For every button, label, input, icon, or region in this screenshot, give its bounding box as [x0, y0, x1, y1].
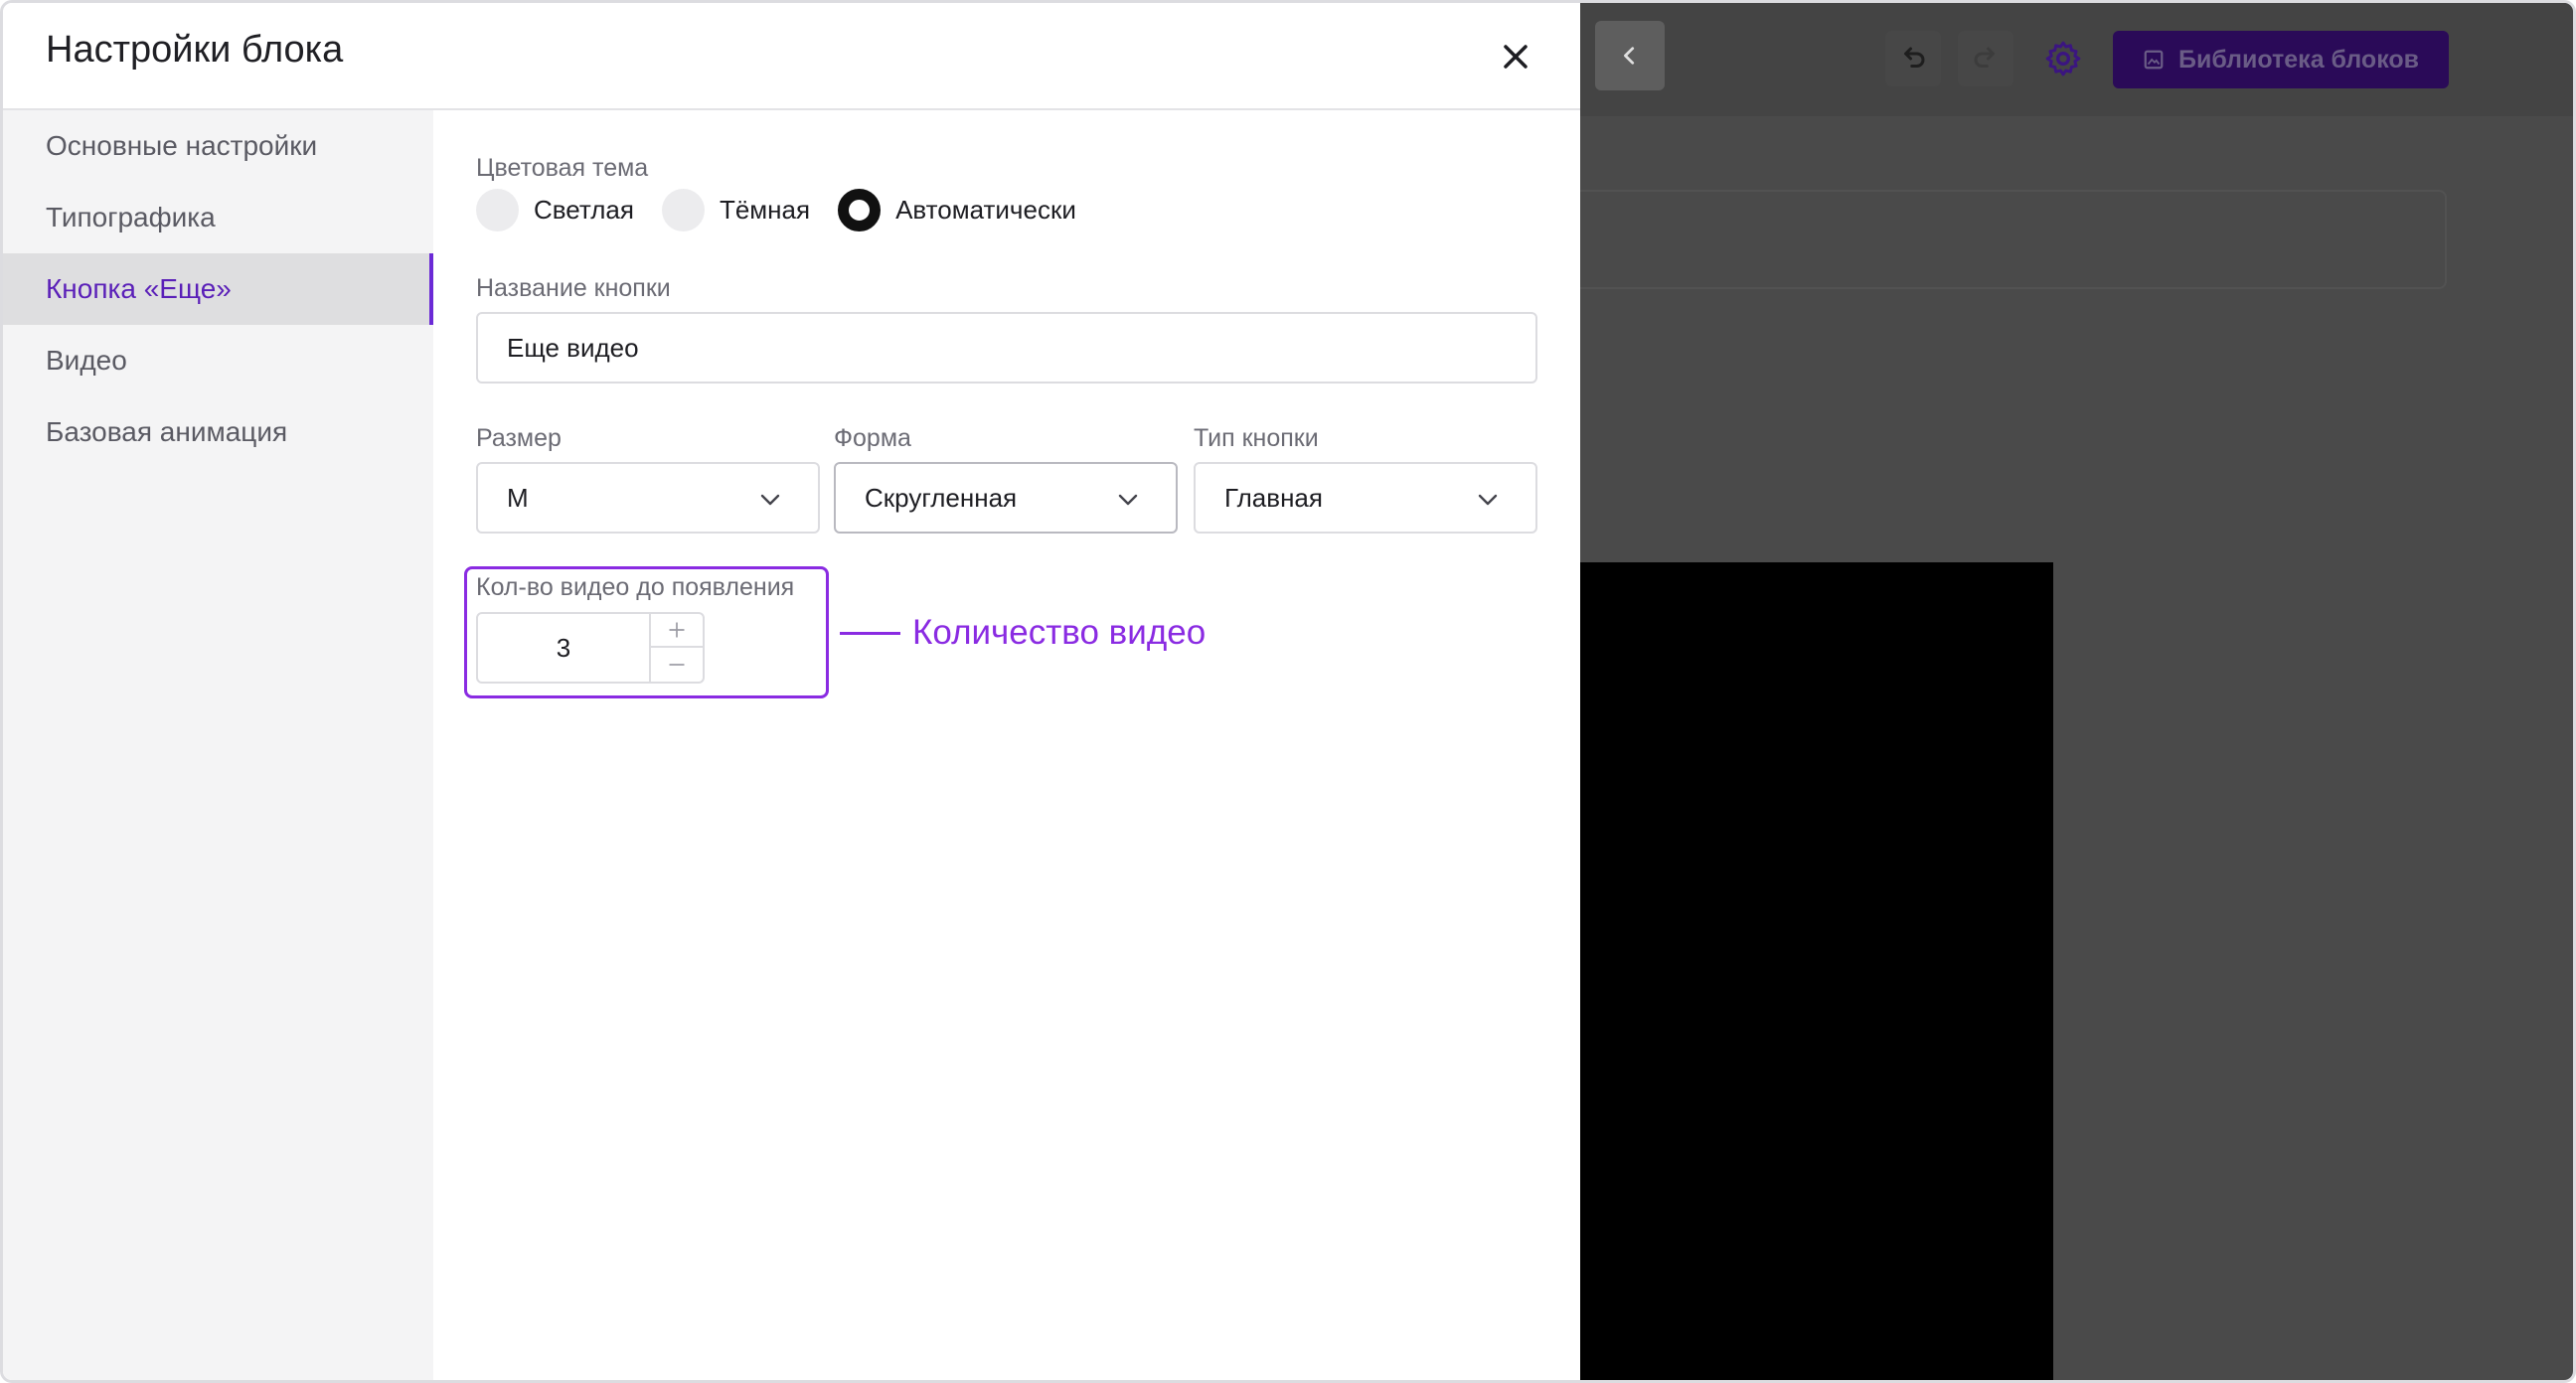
video-count-input[interactable]: 3: [476, 612, 651, 684]
radio-circle-checked[interactable]: [838, 188, 882, 231]
button-name-label: Название кнопки: [476, 274, 671, 302]
radio-light-label: Светлая: [534, 194, 634, 225]
size-select-value: M: [507, 482, 529, 513]
increment-button[interactable]: [649, 612, 705, 648]
settings-button[interactable]: [2040, 36, 2086, 81]
size-select[interactable]: M: [476, 462, 820, 534]
block-library-button[interactable]: Библиотека блоков: [2113, 31, 2449, 88]
radio-auto[interactable]: Автоматически: [838, 188, 1076, 231]
editor-field-placeholder: [1580, 190, 2447, 289]
radio-dark-label: Тёмная: [719, 194, 811, 225]
radio-circle[interactable]: [661, 188, 705, 231]
minus-icon: [669, 664, 685, 666]
chevron-left-icon: [1624, 47, 1635, 65]
radio-auto-label: Автоматически: [895, 194, 1076, 225]
shape-select-value: Скругленная: [865, 482, 1018, 513]
sidebar-item-animation[interactable]: Базовая анимация: [3, 396, 433, 468]
button-type-label: Тип кнопки: [1194, 424, 1319, 452]
chevron-down-icon: [1118, 494, 1138, 506]
color-theme-radio-group: Светлая Тёмная Автоматически: [476, 188, 1104, 231]
settings-content: Цветовая тема Светлая Тёмная Автоматичес…: [433, 110, 1580, 1380]
editor-background: Библиотека блоков: [1580, 3, 2573, 1380]
redo-icon: [1974, 47, 1995, 68]
sidebar-item-basic[interactable]: Основные настройки: [3, 110, 433, 182]
plus-icon: [669, 622, 685, 638]
block-settings-modal: Настройки блока Основные настройки Типог…: [3, 3, 1580, 1380]
sidebar-item-more-button[interactable]: Кнопка «Еще»: [3, 253, 433, 325]
close-button[interactable]: [1492, 33, 1539, 80]
image-icon: [2144, 50, 2164, 70]
radio-light[interactable]: Светлая: [476, 188, 634, 231]
gear-icon: [2045, 41, 2081, 77]
collapse-panel-button[interactable]: [1595, 21, 1665, 90]
shape-label: Форма: [834, 424, 911, 452]
modal-title: Настройки блока: [46, 29, 344, 71]
redo-button[interactable]: [1958, 31, 2013, 86]
decrement-button[interactable]: [649, 646, 705, 684]
sidebar-item-typography[interactable]: Типографика: [3, 182, 433, 253]
app-window: Библиотека блоков Настройки блока Основн…: [0, 0, 2576, 1383]
video-count-stepper: 3: [476, 612, 705, 684]
editor-topbar: Библиотека блоков: [1580, 3, 2573, 116]
block-library-label: Библиотека блоков: [2177, 45, 2420, 74]
undo-icon: [1904, 47, 1925, 68]
undo-button[interactable]: [1885, 31, 1941, 86]
radio-circle[interactable]: [476, 188, 519, 231]
annotation-label: Количество видео: [912, 613, 1207, 652]
modal-header: Настройки блока: [3, 3, 1580, 110]
chevron-down-icon: [1478, 494, 1498, 506]
button-type-select-value: Главная: [1224, 482, 1323, 513]
button-type-select[interactable]: Главная: [1194, 462, 1537, 534]
video-count-label: Кол-во видео до появления: [476, 573, 795, 601]
size-label: Размер: [476, 424, 562, 452]
video-preview: [1580, 562, 2053, 1380]
button-name-input[interactable]: Еще видео: [476, 312, 1537, 384]
settings-sidebar: Основные настройки Типографика Кнопка «Е…: [3, 110, 433, 1380]
shape-select[interactable]: Скругленная: [834, 462, 1178, 534]
chevron-down-icon: [760, 494, 780, 506]
radio-dark[interactable]: Тёмная: [661, 188, 811, 231]
sidebar-item-video[interactable]: Видео: [3, 325, 433, 396]
color-theme-label: Цветовая тема: [476, 154, 649, 182]
annotation-connector: [840, 632, 900, 635]
close-icon: [1504, 45, 1528, 69]
